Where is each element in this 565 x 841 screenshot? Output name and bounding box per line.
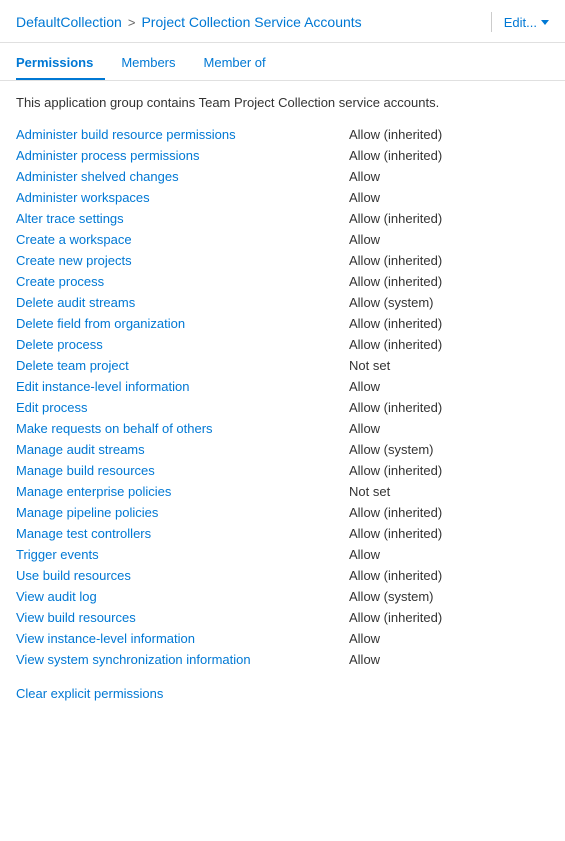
permission-name[interactable]: Manage audit streams bbox=[16, 442, 349, 457]
permission-row: Use build resourcesAllow (inherited) bbox=[16, 565, 549, 586]
permission-value: Allow (inherited) bbox=[349, 505, 549, 520]
permission-name[interactable]: View build resources bbox=[16, 610, 349, 625]
permission-name[interactable]: Administer shelved changes bbox=[16, 169, 349, 184]
permission-value: Allow bbox=[349, 652, 549, 667]
permission-name[interactable]: Delete audit streams bbox=[16, 295, 349, 310]
permission-name[interactable]: View system synchronization information bbox=[16, 652, 349, 667]
main-content: This application group contains Team Pro… bbox=[0, 81, 565, 717]
edit-label: Edit... bbox=[504, 15, 537, 30]
permission-row: Alter trace settingsAllow (inherited) bbox=[16, 208, 549, 229]
permission-name[interactable]: Trigger events bbox=[16, 547, 349, 562]
permission-name[interactable]: View instance-level information bbox=[16, 631, 349, 646]
permission-value: Allow (inherited) bbox=[349, 463, 549, 478]
tabs-bar: Permissions Members Member of bbox=[0, 47, 565, 81]
breadcrumb: DefaultCollection > Project Collection S… bbox=[16, 14, 479, 30]
permission-name[interactable]: Alter trace settings bbox=[16, 211, 349, 226]
permission-name[interactable]: Delete field from organization bbox=[16, 316, 349, 331]
permission-name[interactable]: Edit instance-level information bbox=[16, 379, 349, 394]
tab-permissions[interactable]: Permissions bbox=[16, 47, 105, 80]
permission-value: Allow bbox=[349, 547, 549, 562]
permission-name[interactable]: Manage build resources bbox=[16, 463, 349, 478]
permission-name[interactable]: Create process bbox=[16, 274, 349, 289]
permission-value: Allow (inherited) bbox=[349, 211, 549, 226]
permission-row: Trigger eventsAllow bbox=[16, 544, 549, 565]
permission-row: Create new projectsAllow (inherited) bbox=[16, 250, 549, 271]
breadcrumb-current[interactable]: Project Collection Service Accounts bbox=[141, 14, 361, 30]
permission-row: Create a workspaceAllow bbox=[16, 229, 549, 250]
permission-value: Allow bbox=[349, 232, 549, 247]
header-divider bbox=[491, 12, 492, 32]
permission-value: Allow (inherited) bbox=[349, 148, 549, 163]
page-header: DefaultCollection > Project Collection S… bbox=[0, 0, 565, 43]
permission-row: View system synchronization informationA… bbox=[16, 649, 549, 670]
permission-value: Allow (system) bbox=[349, 442, 549, 457]
permission-name[interactable]: Create new projects bbox=[16, 253, 349, 268]
permission-row: Make requests on behalf of othersAllow bbox=[16, 418, 549, 439]
permission-name[interactable]: Manage pipeline policies bbox=[16, 505, 349, 520]
group-description: This application group contains Team Pro… bbox=[16, 95, 549, 110]
permission-row: Manage pipeline policiesAllow (inherited… bbox=[16, 502, 549, 523]
permission-row: Edit instance-level informationAllow bbox=[16, 376, 549, 397]
permission-value: Allow bbox=[349, 190, 549, 205]
permission-value: Allow (system) bbox=[349, 295, 549, 310]
permission-row: Administer workspacesAllow bbox=[16, 187, 549, 208]
permission-value: Allow (inherited) bbox=[349, 253, 549, 268]
permission-value: Allow (inherited) bbox=[349, 316, 549, 331]
permission-value: Allow bbox=[349, 421, 549, 436]
permission-row: Administer process permissionsAllow (inh… bbox=[16, 145, 549, 166]
tab-member-of[interactable]: Member of bbox=[204, 47, 278, 80]
permission-row: Manage enterprise policiesNot set bbox=[16, 481, 549, 502]
breadcrumb-separator: > bbox=[128, 15, 136, 30]
permission-value: Allow bbox=[349, 169, 549, 184]
permission-name[interactable]: Manage enterprise policies bbox=[16, 484, 349, 499]
permission-value: Not set bbox=[349, 358, 549, 373]
tab-members[interactable]: Members bbox=[121, 47, 187, 80]
permission-row: Delete team projectNot set bbox=[16, 355, 549, 376]
permission-row: Administer build resource permissionsAll… bbox=[16, 124, 549, 145]
permissions-list: Administer build resource permissionsAll… bbox=[16, 124, 549, 670]
breadcrumb-default[interactable]: DefaultCollection bbox=[16, 14, 122, 30]
permission-row: Administer shelved changesAllow bbox=[16, 166, 549, 187]
permission-row: Delete field from organizationAllow (inh… bbox=[16, 313, 549, 334]
permission-name[interactable]: View audit log bbox=[16, 589, 349, 604]
permission-row: Edit processAllow (inherited) bbox=[16, 397, 549, 418]
permission-value: Allow (inherited) bbox=[349, 274, 549, 289]
permission-row: Delete audit streamsAllow (system) bbox=[16, 292, 549, 313]
permission-name[interactable]: Make requests on behalf of others bbox=[16, 421, 349, 436]
edit-button[interactable]: Edit... bbox=[504, 15, 549, 30]
permission-row: Delete processAllow (inherited) bbox=[16, 334, 549, 355]
permission-name[interactable]: Administer workspaces bbox=[16, 190, 349, 205]
permission-row: View audit logAllow (system) bbox=[16, 586, 549, 607]
permission-row: Manage test controllersAllow (inherited) bbox=[16, 523, 549, 544]
permission-name[interactable]: Use build resources bbox=[16, 568, 349, 583]
chevron-down-icon bbox=[541, 20, 549, 25]
permission-value: Allow bbox=[349, 631, 549, 646]
permission-value: Allow (inherited) bbox=[349, 127, 549, 142]
permission-value: Not set bbox=[349, 484, 549, 499]
permission-name[interactable]: Delete team project bbox=[16, 358, 349, 373]
permission-value: Allow (inherited) bbox=[349, 568, 549, 583]
permission-value: Allow (inherited) bbox=[349, 526, 549, 541]
permission-name[interactable]: Administer build resource permissions bbox=[16, 127, 349, 142]
permission-value: Allow (inherited) bbox=[349, 400, 549, 415]
permission-name[interactable]: Create a workspace bbox=[16, 232, 349, 247]
permission-name[interactable]: Delete process bbox=[16, 337, 349, 352]
permission-row: Create processAllow (inherited) bbox=[16, 271, 549, 292]
permission-row: View build resourcesAllow (inherited) bbox=[16, 607, 549, 628]
permission-value: Allow (inherited) bbox=[349, 610, 549, 625]
permission-row: Manage audit streamsAllow (system) bbox=[16, 439, 549, 460]
permission-name[interactable]: Administer process permissions bbox=[16, 148, 349, 163]
permission-value: Allow bbox=[349, 379, 549, 394]
permission-row: Manage build resourcesAllow (inherited) bbox=[16, 460, 549, 481]
permission-value: Allow (inherited) bbox=[349, 337, 549, 352]
permission-name[interactable]: Manage test controllers bbox=[16, 526, 349, 541]
clear-explicit-permissions-link[interactable]: Clear explicit permissions bbox=[16, 686, 163, 701]
permission-name[interactable]: Edit process bbox=[16, 400, 349, 415]
permission-row: View instance-level informationAllow bbox=[16, 628, 549, 649]
permission-value: Allow (system) bbox=[349, 589, 549, 604]
